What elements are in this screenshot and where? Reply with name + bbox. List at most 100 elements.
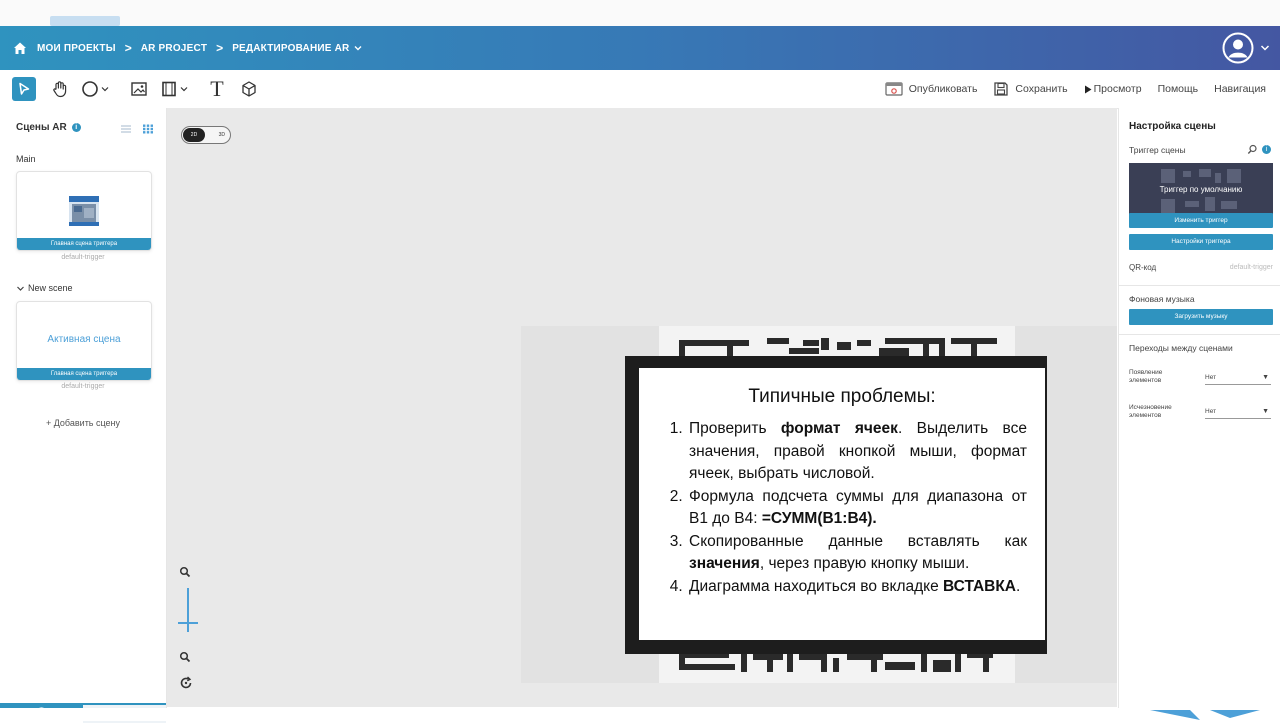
section-divider — [1119, 334, 1280, 335]
breadcrumb-edit-ar[interactable]: РЕДАКТИРОВАНИЕ AR — [232, 43, 349, 54]
frame-tool-button[interactable] — [160, 78, 188, 100]
top-ghost-shape — [50, 16, 120, 26]
corner-decoration — [1150, 710, 1260, 720]
bottom-strip — [0, 708, 1280, 721]
zoom-in-icon[interactable] — [179, 566, 191, 578]
publish-icon — [885, 82, 903, 96]
text-tool-button[interactable]: T — [207, 78, 227, 100]
appear-elements-select[interactable]: Нет ▼ — [1205, 372, 1271, 385]
scene-settings-panel: Настройка сцены Триггер сцены i Триггер … — [1118, 108, 1280, 708]
trigger-thumbnail[interactable]: Триггер по умолчанию — [1129, 163, 1273, 219]
select-icon — [19, 82, 30, 95]
save-button[interactable]: Сохранить — [993, 81, 1068, 97]
editor-canvas[interactable]: 2D 3D Типичные проблемы: Проверить форма… — [167, 108, 1117, 707]
info-icon[interactable]: i — [71, 123, 81, 132]
chevron-down-icon — [17, 286, 24, 291]
frame-icon — [162, 81, 176, 97]
navigation-label: Навигация — [1214, 83, 1266, 95]
disappear-elements-label: Исчезновение элементов — [1129, 404, 1172, 419]
scene-thumbnail-image — [67, 192, 101, 228]
problem-item: Формула подсчета суммы для диапазона от … — [687, 486, 1027, 531]
breadcrumb-ar-project[interactable]: AR PROJECT — [141, 43, 207, 54]
scene-card-new[interactable]: Активная сцена Главная сцена триггера — [16, 301, 152, 381]
dimension-toggle[interactable]: 2D 3D — [181, 126, 231, 144]
preview-label: Просмотр — [1093, 83, 1142, 95]
trigger-settings-button[interactable]: Настройки триггера — [1129, 234, 1273, 250]
grid-view-icon[interactable] — [142, 124, 154, 134]
preview-button[interactable]: Просмотр — [1084, 83, 1142, 95]
scene-group-main-label: Main — [16, 154, 36, 164]
disappear-elements-value: Нет — [1205, 408, 1217, 415]
toggle-2d: 2D — [183, 128, 205, 142]
problem-item: Скопированные данные вставлять как значе… — [687, 531, 1027, 576]
help-label: Помощь — [1157, 83, 1199, 95]
info-icon[interactable]: i — [1262, 145, 1271, 154]
scene-card-main[interactable]: Главная сцена триггера — [16, 171, 152, 251]
browser-top-strip — [0, 0, 1280, 26]
publish-label: Опубликовать — [908, 83, 978, 95]
board-title: Типичные проблемы: — [748, 386, 936, 407]
breadcrumb-separator-icon: > — [124, 41, 132, 55]
toolbar-actions: Опубликовать Сохранить Просмотр Помощь Н… — [869, 70, 1266, 108]
chevron-down-icon: ▼ — [1262, 374, 1269, 381]
search-icon[interactable] — [1247, 144, 1258, 155]
appear-elements-label: Появление элементов — [1129, 369, 1163, 384]
hand-tool-button[interactable] — [49, 78, 71, 100]
scene-trigger-label: Триггер сцены — [1129, 145, 1186, 155]
scene-trigger-name: default-trigger — [61, 383, 105, 390]
breadcrumb-my-projects[interactable]: МОИ ПРОЕКТЫ — [37, 43, 116, 54]
active-scene-label: Активная сцена — [47, 334, 121, 345]
chevron-down-icon — [101, 87, 109, 92]
add-scene-button[interactable]: + Добавить сцену — [0, 418, 166, 428]
problems-board[interactable]: Типичные проблемы: Проверить формат ячее… — [639, 368, 1045, 640]
scene-settings-title: Настройка сцены — [1129, 121, 1216, 132]
appear-elements-value: Нет — [1205, 374, 1217, 381]
cube-icon — [242, 81, 256, 97]
background-music-label: Фоновая музыка — [1129, 294, 1195, 304]
problem-item: Диаграмма находиться во вкладке ВСТАВКА. — [687, 576, 1027, 599]
breadcrumb-separator-icon: > — [216, 41, 224, 55]
navigation-button[interactable]: Навигация — [1214, 83, 1266, 95]
disappear-elements-select[interactable]: Нет ▼ — [1205, 406, 1271, 419]
top-navbar: МОИ ПРОЕКТЫ > AR PROJECT > РЕДАКТИРОВАНИ… — [0, 26, 1280, 70]
problem-item: Проверить формат ячеек. Выделить все зна… — [687, 418, 1027, 486]
list-view-icon[interactable] — [120, 124, 132, 134]
scenes-panel: Сцены AR i Main Главная сцена триггера d… — [0, 108, 167, 723]
qr-code-label: QR-код — [1129, 263, 1157, 272]
user-avatar[interactable] — [1222, 32, 1254, 64]
editor-toolbar: T Опубликовать Сохранить Просмотр Помощь… — [0, 70, 1280, 109]
image-tool-button[interactable] — [130, 78, 148, 100]
section-divider — [1119, 285, 1280, 286]
scene-group-new-label: New scene — [28, 283, 73, 293]
chevron-down-icon[interactable] — [353, 43, 363, 53]
zoom-slider-track[interactable] — [187, 588, 189, 632]
text-icon: T — [210, 76, 224, 101]
qr-code-value: default-trigger — [1229, 264, 1273, 271]
transitions-label: Переходы между сценами — [1129, 343, 1233, 353]
shape-tool-button[interactable] — [81, 78, 109, 100]
scene-trigger-name: default-trigger — [61, 254, 105, 261]
account-chevron-icon[interactable] — [1260, 43, 1270, 53]
save-label: Сохранить — [1015, 83, 1068, 95]
home-icon[interactable] — [12, 40, 28, 56]
scenes-panel-title: Сцены AR — [16, 122, 67, 133]
play-icon — [1084, 85, 1092, 93]
problems-list: Проверить формат ячеек. Выделить все зна… — [665, 418, 1027, 598]
save-icon — [994, 82, 1009, 96]
change-trigger-button[interactable]: Изменить триггер — [1129, 213, 1273, 228]
chevron-down-icon — [180, 87, 188, 92]
upload-music-button[interactable]: Загрузить музыку — [1129, 309, 1273, 325]
chevron-down-icon: ▼ — [1262, 408, 1269, 415]
scenes-panel-header: Сцены AR i — [16, 122, 81, 133]
zoom-out-icon[interactable] — [179, 651, 191, 663]
reset-view-icon[interactable] — [179, 676, 193, 690]
view-toggle — [120, 121, 154, 139]
circle-icon — [82, 81, 98, 97]
3d-object-tool-button[interactable] — [238, 78, 260, 100]
select-tool-button[interactable] — [12, 77, 36, 101]
scene-card-bar: Главная сцена триггера — [17, 368, 151, 380]
publish-button[interactable]: Опубликовать — [885, 81, 978, 97]
zoom-slider-thumb[interactable] — [178, 622, 198, 624]
help-button[interactable]: Помощь — [1158, 83, 1199, 95]
scene-group-new[interactable]: New scene — [16, 283, 73, 293]
